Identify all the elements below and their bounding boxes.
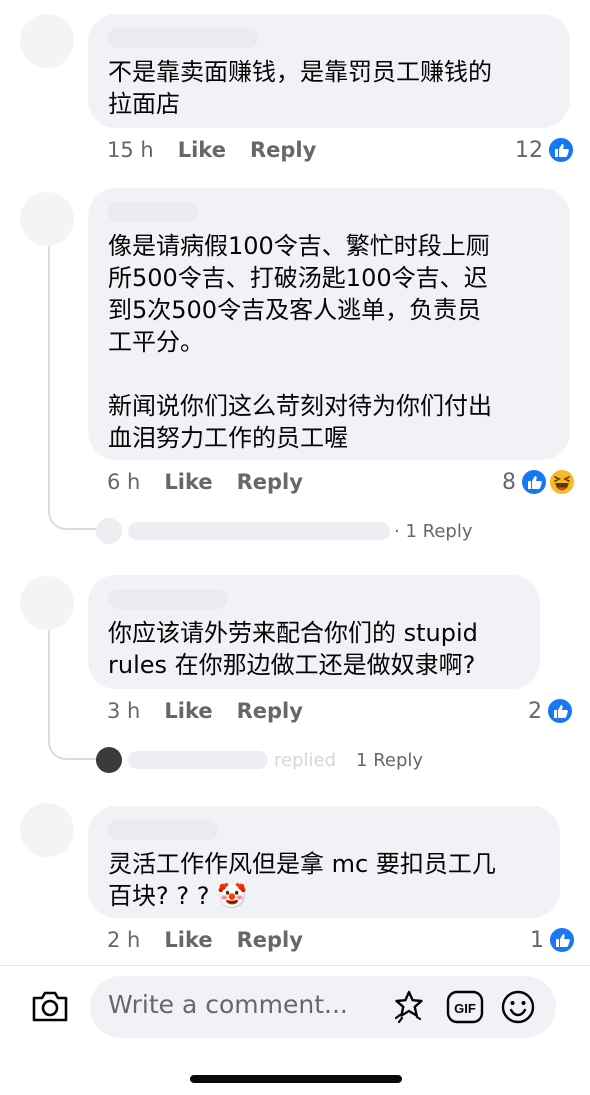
reply-avatar (96, 747, 122, 773)
replies-count: · 1 Reply (394, 520, 473, 542)
commenter-avatar[interactable] (20, 803, 74, 857)
like-reaction-icon (520, 468, 548, 496)
like-reaction-icon (548, 926, 576, 954)
comment-input[interactable]: Write a comment... GIF (90, 976, 556, 1038)
comment-bubble[interactable]: 你应该请外劳来配合你们的 stupid rules 在你那边做工还是做奴隶啊? (88, 575, 540, 689)
home-indicator (190, 1075, 402, 1083)
reaction-summary[interactable]: 8 (502, 468, 576, 496)
reply-preview-blurred (128, 751, 268, 769)
comment-text: 你应该请外劳来配合你们的 stupid rules 在你那边做工还是做奴隶啊? (108, 619, 478, 679)
comment-text-body: 灵活工作作风但是拿 mc 要扣员工几 百块? ? ? (108, 850, 496, 910)
comment-text: 不是靠卖面赚钱，是靠罚员工赚钱的 拉面店 (108, 58, 492, 118)
comment-input-placeholder: Write a comment... (108, 990, 348, 1019)
gif-icon[interactable]: GIF (446, 989, 484, 1025)
reaction-summary[interactable]: 12 (515, 136, 575, 164)
replied-word: replied (274, 749, 337, 771)
emoji-icon[interactable] (500, 989, 536, 1025)
reply-avatar (96, 518, 122, 544)
comment-time[interactable]: 2 h (107, 928, 140, 952)
reaction-summary[interactable]: 1 (530, 926, 576, 954)
like-button[interactable]: Like (178, 138, 226, 162)
comment-text: 灵活工作作风但是拿 mc 要扣员工几 百块? ? ? 🤡 (108, 848, 540, 912)
comment-actions: 3 h Like Reply (107, 699, 303, 723)
reply-button[interactable]: Reply (237, 928, 303, 952)
commenter-name[interactable] (108, 820, 218, 840)
comment-time[interactable]: 6 h (107, 470, 140, 494)
reaction-count: 2 (528, 698, 542, 724)
comment-actions: 15 h Like Reply (107, 138, 316, 162)
like-button[interactable]: Like (164, 928, 212, 952)
comment-time[interactable]: 15 h (107, 138, 154, 162)
like-reaction-icon (547, 136, 575, 164)
commenter-name[interactable] (108, 28, 258, 48)
svg-text:GIF: GIF (454, 1001, 476, 1016)
commenter-avatar[interactable] (20, 192, 74, 246)
reaction-summary[interactable]: 2 (528, 697, 574, 725)
commenter-avatar[interactable] (20, 576, 74, 630)
commenter-avatar[interactable] (20, 14, 74, 68)
reply-button[interactable]: Reply (237, 470, 303, 494)
comment-actions: 6 h Like Reply (107, 470, 303, 494)
reply-button[interactable]: Reply (250, 138, 316, 162)
reply-preview-blurred (128, 522, 390, 540)
comment-text: 像是请病假100令吉、繁忙时段上厕 所500令吉、打破汤匙100令吉、迟 到5次… (108, 232, 492, 452)
reply-button[interactable]: Reply (237, 699, 303, 723)
comment-time[interactable]: 3 h (107, 699, 140, 723)
reaction-count: 8 (502, 469, 516, 495)
haha-reaction-icon (548, 468, 576, 496)
reaction-count: 1 (530, 927, 544, 953)
reaction-count: 12 (515, 137, 543, 163)
replies-count: 1 Reply (356, 749, 424, 771)
commenter-name[interactable] (108, 202, 198, 222)
comment-bubble[interactable]: 灵活工作作风但是拿 mc 要扣员工几 百块? ? ? 🤡 (88, 806, 560, 918)
like-button[interactable]: Like (164, 470, 212, 494)
like-button[interactable]: Like (164, 699, 212, 723)
camera-icon[interactable] (30, 988, 70, 1024)
comment-bubble[interactable]: 不是靠卖面赚钱，是靠罚员工赚钱的 拉面店 (88, 14, 570, 128)
clown-emoji: 🤡 (217, 882, 248, 910)
like-reaction-icon (546, 697, 574, 725)
sticker-icon[interactable] (390, 988, 428, 1026)
view-replies-link[interactable]: · 1 Reply (96, 518, 472, 544)
view-replies-link[interactable]: replied 1 Reply (96, 747, 423, 773)
comment-actions: 2 h Like Reply (107, 928, 303, 952)
commenter-name[interactable] (108, 589, 228, 609)
comment-bubble[interactable]: 像是请病假100令吉、繁忙时段上厕 所500令吉、打破汤匙100令吉、迟 到5次… (88, 188, 570, 460)
